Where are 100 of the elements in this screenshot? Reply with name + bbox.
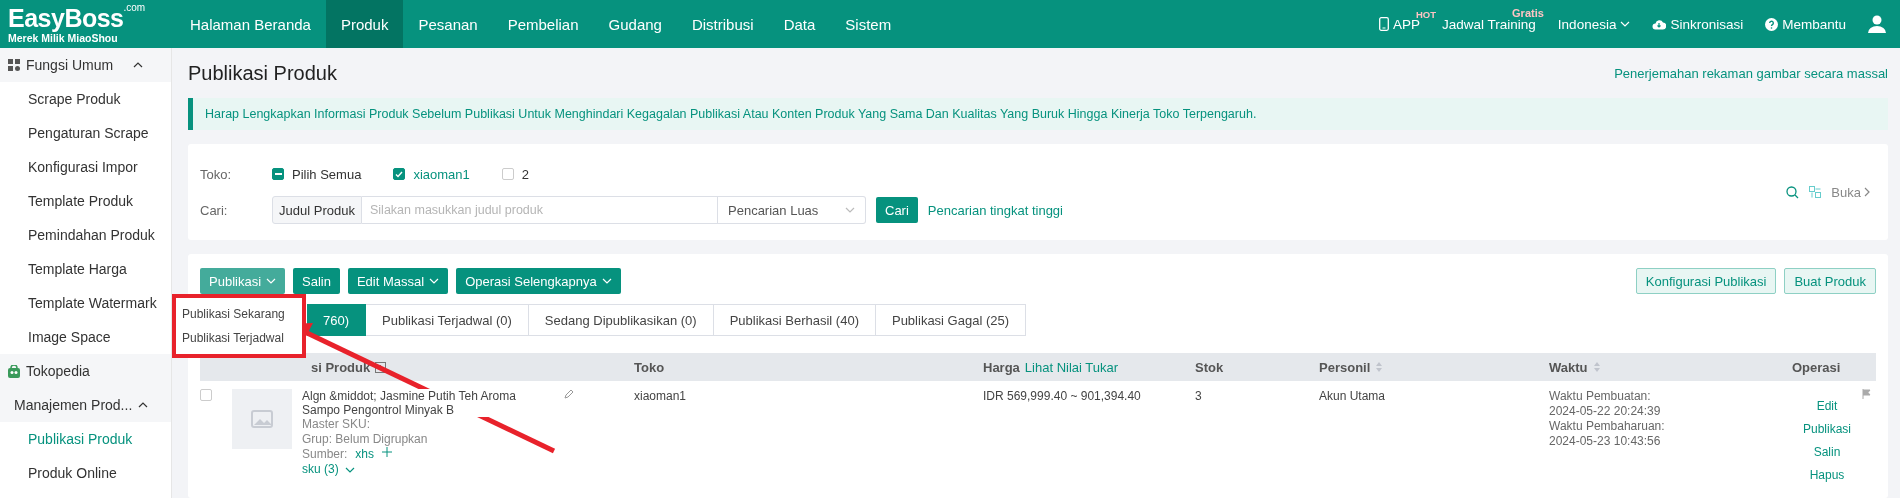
plus-icon[interactable]: [382, 447, 393, 457]
search-label: Cari:: [200, 202, 229, 218]
group-label: Grup:: [302, 432, 332, 446]
time-text: Waktu Pembuatan:: [1549, 389, 1652, 404]
toolbar-button[interactable]: Publikasi: [200, 268, 286, 294]
layout-icon[interactable]: [1809, 186, 1822, 198]
caret-icon: [266, 278, 277, 284]
sidebar-item[interactable]: Konfigurasi Impor: [0, 150, 171, 184]
row-checkbox[interactable]: [200, 389, 212, 401]
chevron-icon: [1864, 187, 1870, 197]
sync-link[interactable]: Sinkronisasi: [1670, 16, 1744, 32]
free-label: Gratis: [1512, 6, 1544, 19]
caret-icon: [601, 278, 612, 284]
logo[interactable]: EasyBoss: [8, 4, 124, 31]
source-label: Sumber:: [302, 447, 348, 462]
action-link[interactable]: Salin: [1813, 445, 1841, 459]
status-tab[interactable]: Sedang Dipublikasikan (0): [528, 304, 714, 336]
sidebar-item[interactable]: Scrape Produk: [0, 82, 171, 116]
search-mode-select[interactable]: Pencarian Luas: [718, 196, 866, 224]
help-icon: [1765, 17, 1779, 31]
caret-icon: [1620, 21, 1631, 27]
nav-tab[interactable]: Distribusi: [676, 0, 769, 48]
sidebar-item[interactable]: Pemindahan Produk: [0, 218, 171, 252]
source-link[interactable]: xhs: [355, 447, 375, 462]
column-header: Personil: [1319, 359, 1371, 375]
nav-tab[interactable]: Sistem: [830, 0, 907, 48]
hot-label: HOT: [1416, 8, 1437, 20]
nav-tab[interactable]: Produk: [325, 0, 404, 48]
bag-icon: [8, 364, 20, 378]
column-header: Toko: [634, 359, 665, 375]
dash-icon: [274, 173, 282, 175]
page-title: Publikasi Produk: [188, 61, 337, 85]
pencil-icon[interactable]: [564, 389, 574, 399]
action-link[interactable]: Hapus: [1809, 468, 1845, 482]
sidebar-item[interactable]: Produk Online: [0, 456, 171, 490]
sku-toggle[interactable]: sku (3): [302, 462, 339, 477]
cloud-icon: [1652, 18, 1667, 30]
training-link[interactable]: Jadwal Training: [1442, 16, 1536, 32]
menu-item[interactable]: Publikasi Sekarang: [176, 302, 302, 326]
search-button[interactable]: Cari: [876, 197, 918, 223]
nav-tab[interactable]: Pembelian: [492, 0, 594, 48]
toolbar-button[interactable]: Buat Produk: [1784, 268, 1876, 294]
chevron-icon: [138, 402, 149, 408]
sidebar-item[interactable]: Publikasi Produk: [0, 422, 171, 456]
status-tab[interactable]: Publikasi Terjadwal (0): [366, 304, 529, 336]
toolbar-button[interactable]: Edit Massal: [347, 268, 449, 294]
translate-link[interactable]: Penerjemahan rekaman gambar secara massal: [1614, 65, 1888, 81]
sort-icon[interactable]: [1375, 361, 1384, 373]
time-text: 2024-05-22 20:24:39: [1549, 404, 1662, 419]
expand-icon[interactable]: [375, 361, 387, 373]
toolbar-button[interactable]: Operasi Selengkapnya: [456, 268, 621, 294]
search-field[interactable]: Silakan masukkan judul produk: [362, 196, 718, 224]
store-checkbox[interactable]: 2: [501, 166, 529, 182]
help-link[interactable]: Membantu: [1782, 16, 1846, 32]
toolbar-button[interactable]: Konfigurasi Publikasi: [1635, 268, 1777, 294]
sidebar-item[interactable]: Template Harga: [0, 252, 171, 286]
user-icon[interactable]: [1868, 15, 1886, 33]
action-link[interactable]: Publikasi: [1803, 422, 1851, 436]
sidebar-item[interactable]: Pengaturan Scrape: [0, 116, 171, 150]
master-sku-label: Master SKU:: [302, 417, 370, 431]
phone-icon: [1379, 17, 1390, 31]
column-header: Operasi: [1792, 359, 1841, 375]
column-header: Harga: [983, 359, 1020, 375]
search-icon[interactable]: [1786, 185, 1800, 199]
action-link[interactable]: Edit: [1816, 399, 1838, 413]
flag-icon[interactable]: [1862, 389, 1871, 399]
caret-icon: [344, 466, 355, 473]
grid-icon: [8, 59, 20, 71]
time-text: 2024-05-23 10:43:56: [1549, 434, 1662, 449]
column-header: Stok: [1195, 359, 1224, 375]
toolbar-button[interactable]: Salin: [293, 268, 340, 294]
exchange-rate-link[interactable]: Lihat Nilai Tukar: [1024, 359, 1119, 375]
status-tab[interactable]: Publikasi Berhasil (40): [713, 304, 876, 336]
sidebar-item[interactable]: Template Watermark: [0, 286, 171, 320]
advanced-search-link[interactable]: Pencarian tingkat tinggi: [927, 202, 1063, 218]
sidebar-group[interactable]: Manajemen Prod...: [0, 388, 171, 422]
logo-tagline: Merek Milik MiaoShou: [8, 31, 118, 44]
table-cell-text: IDR 569,999.40 ~ 901,394.40: [983, 389, 1142, 405]
sidebar-item[interactable]: Image Space: [0, 320, 171, 354]
column-header: Waktu: [1549, 359, 1588, 375]
search-field-select[interactable]: Judul Produk: [272, 196, 362, 224]
status-tab[interactable]: 760): [307, 304, 367, 336]
table-cell-text: 3: [1195, 389, 1203, 405]
sidebar-group[interactable]: Tokopedia: [0, 354, 171, 388]
store-checkbox[interactable]: xiaoman1: [393, 166, 470, 182]
sidebar-item[interactable]: Template Produk: [0, 184, 171, 218]
logo-suffix: .com: [123, 1, 146, 13]
expand-toggle[interactable]: Buka: [1831, 184, 1870, 200]
store-checkbox[interactable]: Pilih Semua: [272, 166, 362, 182]
menu-item[interactable]: Publikasi Terjadwal: [176, 326, 302, 350]
nav-tab[interactable]: Data: [768, 0, 831, 48]
status-tab[interactable]: Publikasi Gagal (25): [875, 304, 1027, 336]
sidebar-group[interactable]: Fungsi Umum: [0, 48, 171, 82]
column-header: si Produk: [311, 359, 371, 375]
nav-tab[interactable]: Halaman Beranda: [175, 0, 326, 48]
nav-tab[interactable]: Pesanan: [403, 0, 493, 48]
nav-tab[interactable]: Gudang: [593, 0, 677, 48]
notice-banner: Harap Lengkapkan Informasi Produk Sebelum Publikasi Untuk Menghindari Kegagalan Publikasi Atau Konten Produk Yang Sama Dan Kualitas Yang Buruk Hingga Kinerja Toko Terpengaruh.: [188, 98, 1888, 130]
language-select[interactable]: Indonesia: [1557, 16, 1631, 32]
sort-icon[interactable]: [1592, 361, 1601, 373]
